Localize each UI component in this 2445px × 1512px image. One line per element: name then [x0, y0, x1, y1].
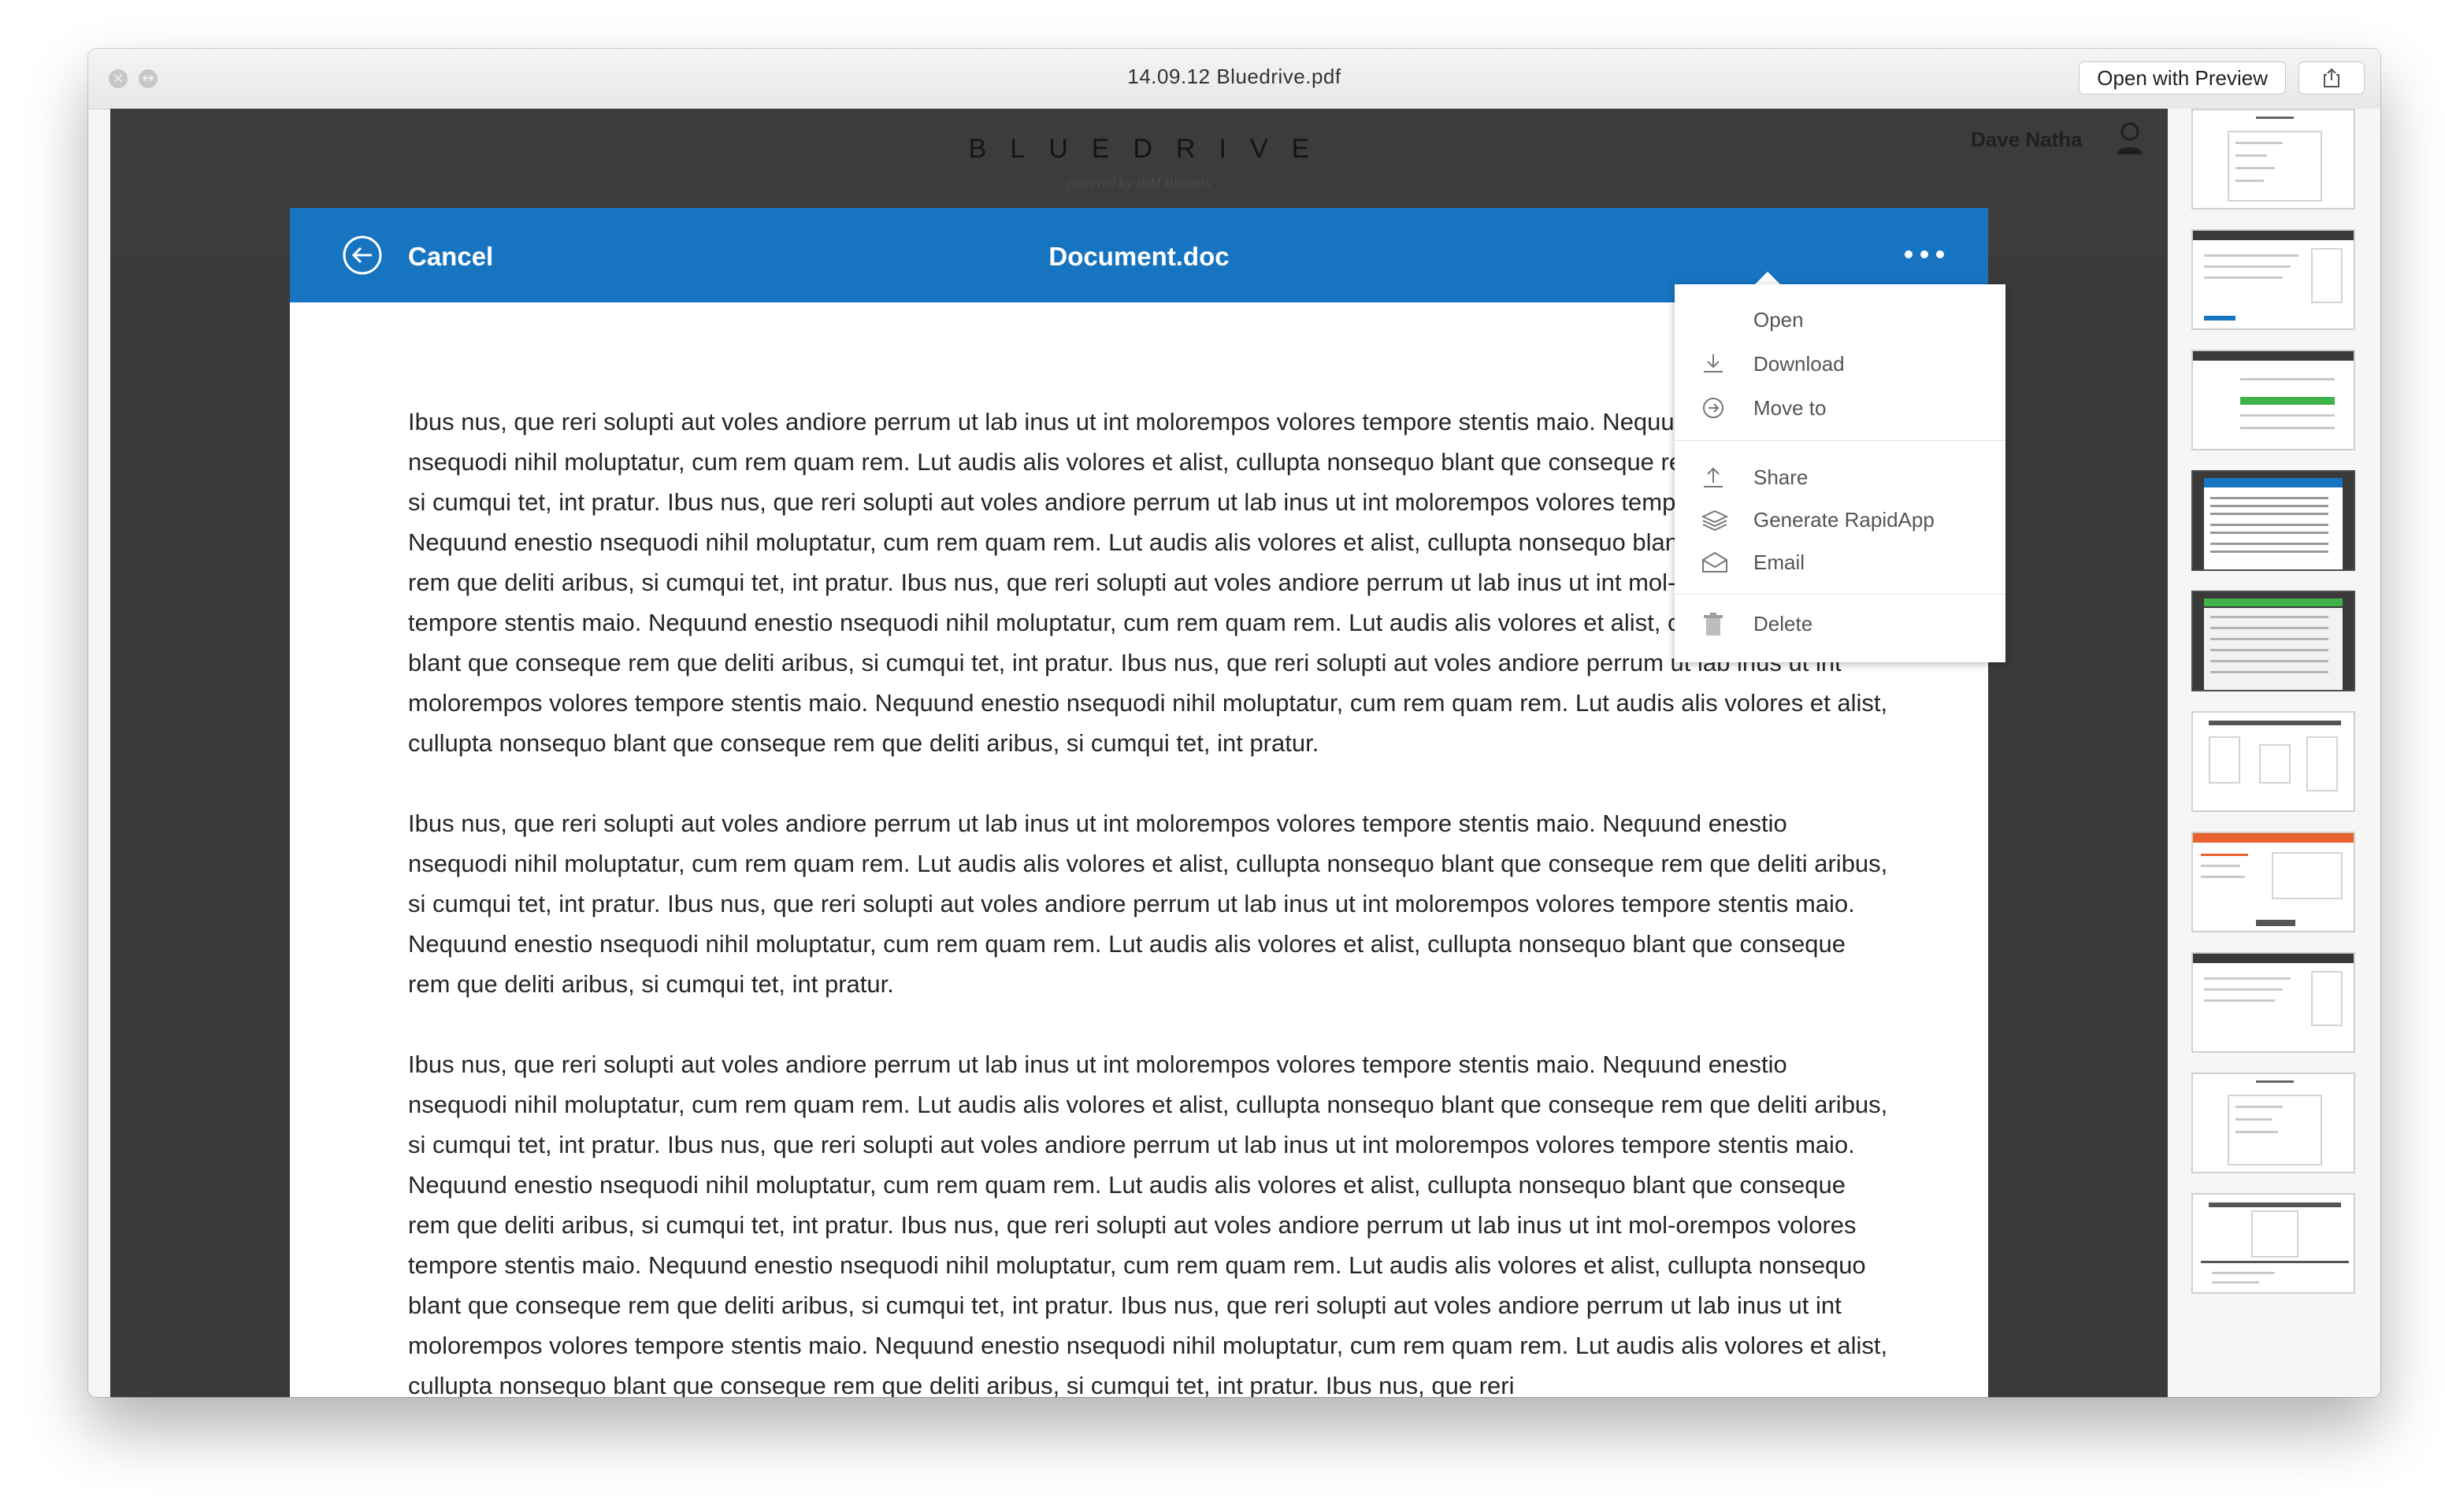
menu-item-delete[interactable]: Delete — [1675, 602, 2005, 643]
page-thumbnail-6[interactable] — [2191, 711, 2355, 812]
menu-item-download[interactable]: Download — [1675, 343, 2005, 384]
paragraph: Ibus nus, que reri solupti aut voles and… — [408, 810, 1888, 998]
open-with-preview-button[interactable]: Open with Preview — [2079, 61, 2286, 94]
page-thumbnail-7[interactable] — [2191, 832, 2355, 932]
page-thumbnail-5[interactable] — [2191, 591, 2355, 691]
menu-caret — [1754, 272, 1781, 285]
menu-item-share[interactable]: Share — [1675, 456, 2005, 497]
page-thumbnail-4[interactable] — [2191, 470, 2355, 571]
document-title: Document.doc — [1048, 242, 1230, 271]
menu-item-generate-rapidapp[interactable]: Generate RapidApp — [1675, 498, 2005, 539]
layers-icon — [1701, 510, 1728, 532]
paragraph: Ibus nus, que reri solupti aut voles and… — [408, 408, 1888, 757]
menu-item-label: Delete — [1753, 612, 1813, 636]
app-logo: BLUEDRIVE — [968, 134, 1334, 164]
menu-divider — [1675, 594, 2005, 595]
document-content: Ibus nus, que reri solupti aut voles and… — [408, 402, 1889, 1397]
page-thumbnail-2[interactable] — [2191, 229, 2355, 330]
download-icon — [1704, 354, 1723, 372]
quicklook-window: × ↔ 14.09.12 Bluedrive.pdf Open with Pre… — [88, 49, 2380, 1397]
menu-divider — [1675, 440, 2005, 441]
title-bar: × ↔ 14.09.12 Bluedrive.pdf Open with Pre… — [88, 49, 2380, 109]
document-page: BLUEDRIVE powered by IBM Bluemix Dave Na… — [110, 109, 2168, 1397]
menu-item-move-to[interactable]: Move to — [1675, 387, 2005, 428]
page-thumbnail-3[interactable] — [2191, 350, 2355, 450]
powered-by-text: powered by IBM Bluemix — [1067, 175, 1211, 191]
menu-item-label: Move to — [1753, 396, 1827, 420]
user-name: Dave Natha — [1971, 128, 2083, 151]
options-menu: Open Download Move to Share Generate Rap… — [1675, 284, 2005, 662]
menu-item-email[interactable]: Email — [1675, 541, 2005, 582]
page-thumbnail-10[interactable] — [2191, 1193, 2355, 1294]
menu-item-open[interactable]: Open — [1675, 298, 2005, 339]
window-title: 14.09.12 Bluedrive.pdf — [1127, 65, 1341, 88]
share-icon — [2324, 68, 2339, 87]
share-icon — [1704, 467, 1723, 487]
menu-item-label: Generate RapidApp — [1753, 508, 1935, 532]
thumbnail-sidebar — [2168, 109, 2380, 1397]
page-thumbnail-1[interactable] — [2191, 109, 2355, 209]
menu-item-label: Email — [1753, 550, 1805, 574]
page-thumbnail-9[interactable] — [2191, 1073, 2355, 1173]
email-icon — [1702, 551, 1727, 573]
menu-item-label: Share — [1753, 465, 1809, 489]
more-options-icon[interactable] — [1903, 249, 1946, 260]
page-thumbnail-8[interactable] — [2191, 952, 2355, 1053]
menu-item-label: Open — [1753, 308, 1804, 332]
user-icon — [2117, 122, 2143, 154]
paragraph: Ibus nus, que reri solupti aut voles and… — [408, 1051, 1888, 1397]
trash-icon — [1704, 613, 1723, 636]
move-to-icon — [1703, 398, 1723, 418]
menu-item-label: Download — [1753, 352, 1845, 376]
share-button[interactable] — [2298, 61, 2365, 94]
